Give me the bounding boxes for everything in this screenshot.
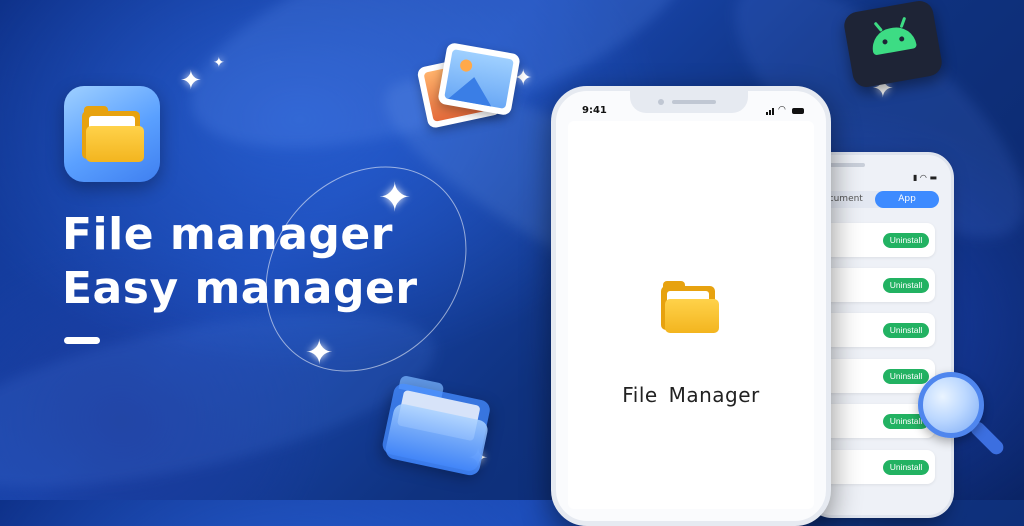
orbit-ring — [224, 125, 508, 413]
list-item[interactable]: Uninstall — [815, 268, 935, 302]
accent-dash — [64, 337, 100, 344]
signal-icon — [769, 110, 771, 115]
uninstall-button[interactable]: Uninstall — [883, 278, 929, 293]
list-item[interactable]: Uninstall — [815, 313, 935, 347]
folder-icon — [82, 106, 144, 162]
signal-icon — [772, 108, 774, 115]
speaker-bar — [825, 163, 865, 167]
splash-title: File Manager — [622, 383, 760, 407]
wifi-icon: ◠ — [778, 105, 786, 115]
main-phone: 9:41 ◠ File Manager — [551, 86, 831, 526]
status-icons: ◠ — [766, 105, 806, 115]
splash-screen: File Manager — [568, 121, 814, 509]
app-logo-icon — [64, 86, 160, 182]
status-time: 9:41 — [582, 105, 607, 116]
glass-folder-icon — [380, 368, 501, 480]
uninstall-button[interactable]: Uninstall — [883, 323, 929, 338]
sparkle-icon: ✦ — [180, 66, 202, 96]
status-icons: ▮ ◠ ▬ — [912, 173, 937, 182]
uninstall-button[interactable]: Uninstall — [883, 233, 929, 248]
battery-icon — [792, 108, 804, 114]
tab-app[interactable]: App — [875, 191, 939, 208]
folder-icon — [661, 281, 719, 333]
sparkle-icon: ✦ — [213, 55, 225, 71]
category-tabs: ocument App — [815, 191, 939, 208]
photo-gallery-icon — [416, 42, 521, 132]
list-item[interactable]: Uninstall — [815, 223, 935, 257]
android-icon — [842, 0, 944, 90]
phone-notch — [630, 91, 748, 113]
speaker-bar — [672, 100, 716, 104]
magnifier-icon — [914, 370, 1007, 464]
signal-icon — [766, 112, 768, 115]
camera-icon — [658, 99, 664, 105]
